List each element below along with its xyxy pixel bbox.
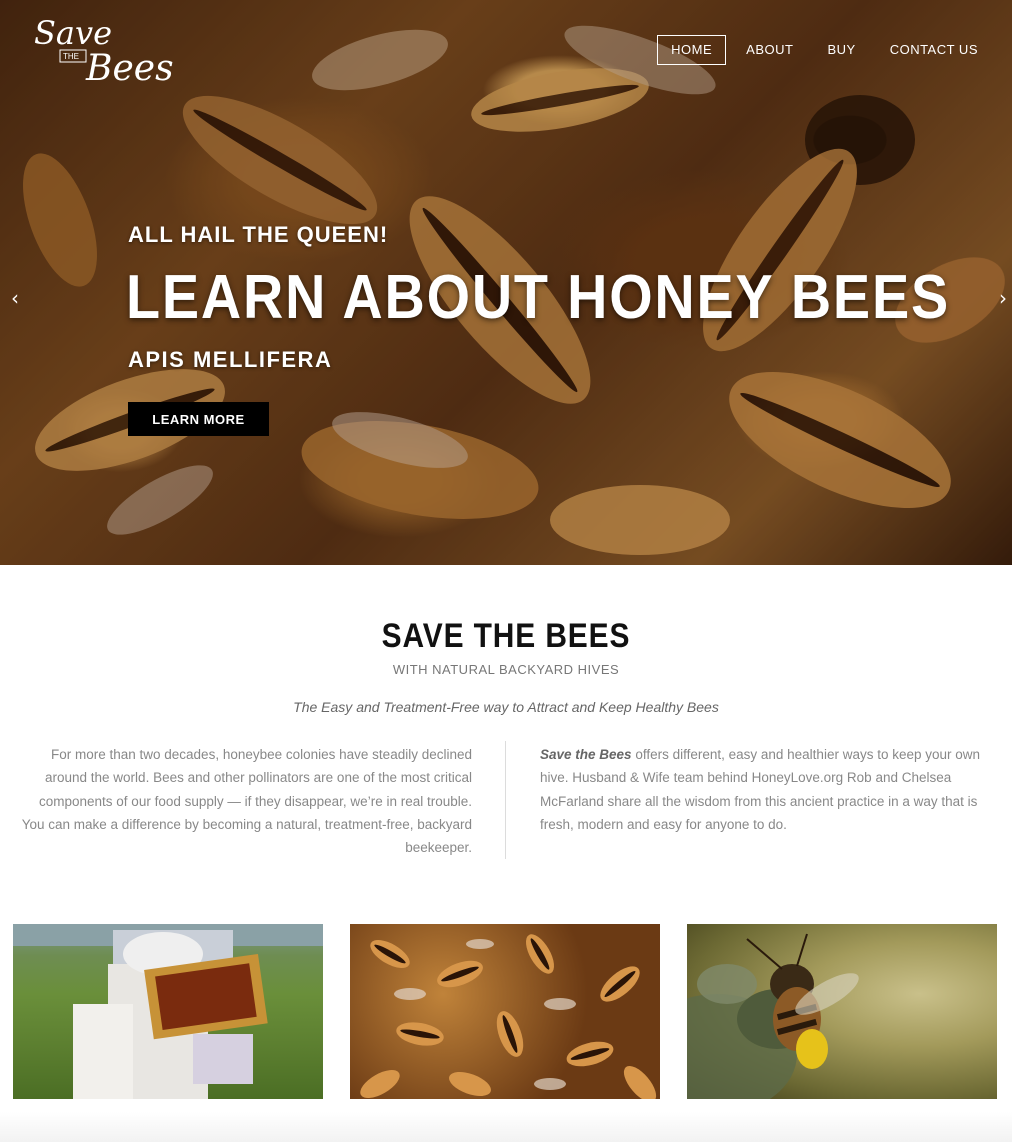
section-tagline: The Easy and Treatment-Free way to Attra… bbox=[293, 699, 719, 715]
site-logo[interactable]: Save THE Bees bbox=[30, 10, 180, 92]
nav-item-home[interactable]: HOME bbox=[657, 35, 727, 65]
nav-item-buy[interactable]: BUY bbox=[813, 35, 869, 65]
section-subtitle: WITH NATURAL BACKYARD HIVES bbox=[392, 662, 620, 677]
svg-text:THE: THE bbox=[63, 52, 79, 61]
section-title: SAVE THE BEES bbox=[381, 617, 631, 655]
intro-right-paragraph: Save the Bees offers different, easy and… bbox=[540, 743, 1000, 836]
footer-edge bbox=[0, 1112, 1012, 1142]
nav-item-about[interactable]: ABOUT bbox=[732, 35, 807, 65]
chevron-right-icon[interactable]: › bbox=[994, 287, 1012, 309]
column-divider bbox=[505, 741, 506, 859]
intro-left-paragraph: For more than two decades, honeybee colo… bbox=[21, 747, 472, 856]
honeycomb-bees-photo bbox=[350, 924, 660, 1099]
svg-text:Save: Save bbox=[34, 14, 112, 52]
hero-slider: Save THE Bees HOME ABOUT BUY CONTACT US … bbox=[0, 0, 1012, 565]
svg-text:Bees: Bees bbox=[85, 48, 174, 89]
learn-more-button[interactable]: LEARN MORE bbox=[128, 402, 269, 436]
hero-subtitle: APIS MELLIFERA bbox=[128, 347, 333, 372]
hero-kicker: ALL HAIL THE QUEEN! bbox=[128, 222, 389, 247]
nav-item-contact-us[interactable]: CONTACT US bbox=[876, 35, 992, 65]
chevron-left-icon[interactable]: ‹ bbox=[6, 287, 24, 309]
beekeeper-photo bbox=[13, 924, 323, 1099]
hero-title: LEARN ABOUT HONEY BEES bbox=[126, 263, 950, 332]
brand-emphasis: Save the Bees bbox=[540, 747, 632, 762]
save-the-bees-logo-icon: Save THE Bees bbox=[34, 14, 174, 89]
main-nav: HOME ABOUT BUY CONTACT US bbox=[651, 35, 992, 65]
bee-on-flower-photo bbox=[687, 924, 997, 1099]
